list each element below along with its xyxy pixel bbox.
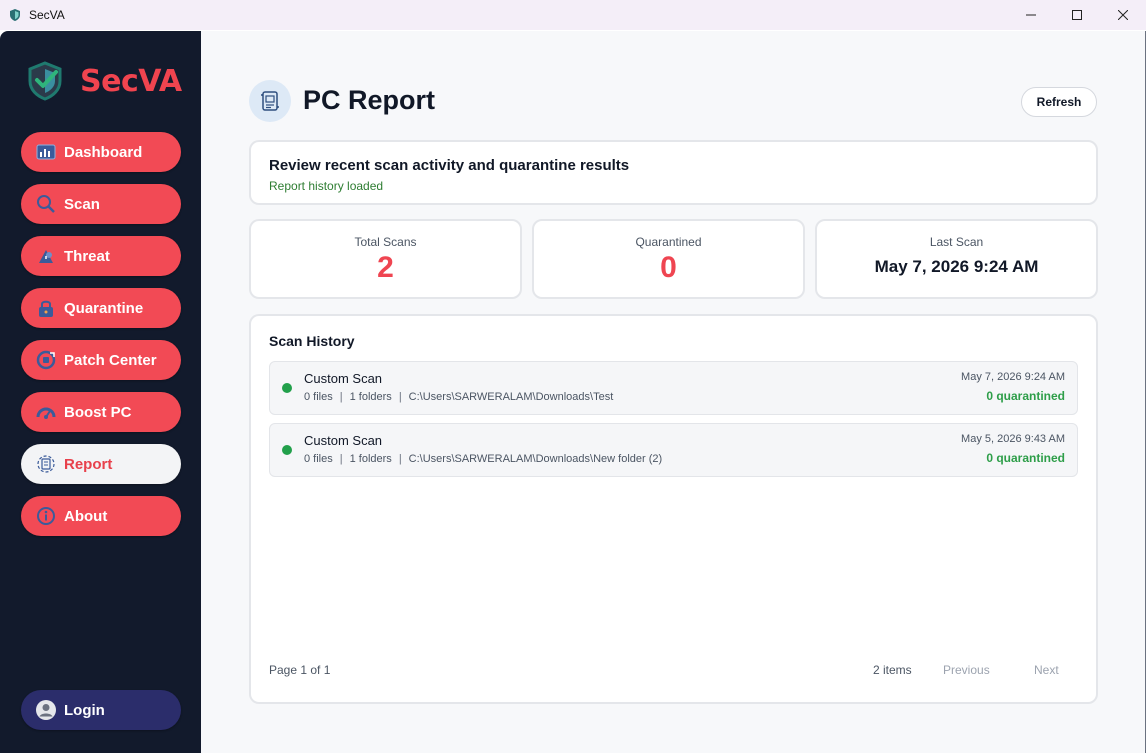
shield-icon bbox=[10, 9, 20, 21]
divider: | bbox=[398, 391, 402, 403]
maximize-icon bbox=[1072, 10, 1082, 20]
window-title: SecVA bbox=[29, 8, 65, 22]
sidebar-item-dashboard[interactable]: Dashboard bbox=[21, 132, 181, 172]
info-heading: Review recent scan activity and quaranti… bbox=[269, 157, 630, 174]
sidebar-item-label: Threat bbox=[64, 247, 110, 265]
shield-logo bbox=[28, 61, 62, 101]
sidebar-item-label: Report bbox=[64, 455, 113, 473]
close-icon bbox=[1118, 10, 1128, 20]
info-icon bbox=[35, 505, 57, 527]
item-count: 2 items bbox=[873, 663, 912, 677]
info-card: Review recent scan activity and quaranti… bbox=[249, 140, 1098, 205]
section-title: Scan History bbox=[269, 333, 355, 349]
scan-meta: 0 files | 1 folders | C:\Users\SARWERALAM\Do… bbox=[304, 391, 613, 403]
brand: SecVA bbox=[26, 61, 182, 101]
stat-label: Quarantined bbox=[635, 235, 702, 249]
divider: | bbox=[339, 391, 343, 403]
sidebar-item-label: Quarantine bbox=[64, 299, 144, 317]
scan-history-card: Scan History Custom Scan 0 files | 1 folde… bbox=[249, 314, 1098, 704]
lock-icon bbox=[35, 297, 57, 319]
page-title: PC Report bbox=[303, 85, 436, 115]
quarantine-count: 0 quarantined bbox=[986, 451, 1065, 465]
sidebar-item-about[interactable]: About bbox=[21, 496, 181, 536]
scan-date: May 5, 2026 9:43 AM bbox=[961, 433, 1065, 445]
previous-button[interactable]: Previous bbox=[943, 663, 990, 677]
page-indicator: Page 1 of 1 bbox=[269, 663, 331, 677]
scan-path: C:\Users\SARWERALAM\Downloads\Test bbox=[408, 391, 614, 403]
stat-value: May 7, 2026 9:24 AM bbox=[874, 257, 1039, 276]
scan-date: May 7, 2026 9:24 AM bbox=[961, 371, 1065, 383]
file-count: 0 files bbox=[304, 391, 333, 403]
close-button[interactable] bbox=[1100, 0, 1146, 30]
list-item[interactable]: Custom Scan 0 files | 1 folders | C:\Users\S… bbox=[269, 423, 1078, 477]
scan-name: Custom Scan bbox=[304, 371, 383, 386]
stat-label: Total Scans bbox=[354, 235, 417, 249]
minimize-button[interactable] bbox=[1008, 0, 1054, 30]
main-content: PC Report Refresh Review recent scan act… bbox=[201, 31, 1146, 753]
sidebar-item-report[interactable]: Report bbox=[21, 444, 181, 484]
dashboard-icon bbox=[35, 141, 57, 163]
sidebar-item-label: Scan bbox=[64, 195, 100, 213]
report-icon bbox=[35, 453, 57, 475]
folder-count: 1 folders bbox=[349, 391, 392, 403]
folder-count: 1 folders bbox=[349, 453, 392, 465]
user-icon bbox=[35, 699, 57, 721]
patch-icon bbox=[35, 349, 57, 371]
divider: | bbox=[339, 453, 343, 465]
refresh-button[interactable]: Refresh bbox=[1021, 87, 1097, 117]
file-count: 0 files bbox=[304, 453, 333, 465]
sidebar-item-boost-pc[interactable]: Boost PC bbox=[21, 392, 181, 432]
list-item[interactable]: Custom Scan 0 files | 1 folders | C:\Users\S… bbox=[269, 361, 1078, 415]
total-scans-card: Total Scans 2 bbox=[249, 219, 522, 299]
sidebar-item-quarantine[interactable]: Quarantine bbox=[21, 288, 181, 328]
quarantined-card: Quarantined 0 bbox=[532, 219, 805, 299]
scan-meta: 0 files | 1 folders | C:\Users\SARWERALAM\Do… bbox=[304, 453, 662, 465]
sidebar-item-label: About bbox=[64, 507, 108, 525]
sidebar-item-label: Patch Center bbox=[64, 351, 157, 369]
brand-name: SecVA bbox=[80, 63, 182, 99]
sidebar: SecVA Dashboard Scan Threat Quarantine P… bbox=[0, 31, 201, 753]
sidebar-item-patch-center[interactable]: Patch Center bbox=[21, 340, 181, 380]
next-button[interactable]: Next bbox=[1034, 663, 1059, 677]
login-label: Login bbox=[64, 701, 105, 719]
scan-path: C:\Users\SARWERALAM\Downloads\New folder… bbox=[408, 453, 663, 465]
last-scan-card: Last Scan May 7, 2026 9:24 AM bbox=[815, 219, 1098, 299]
maximize-button[interactable] bbox=[1054, 0, 1100, 30]
sidebar-item-label: Dashboard bbox=[64, 143, 143, 161]
speedometer-icon bbox=[35, 401, 57, 423]
login-button[interactable]: Login bbox=[21, 690, 181, 730]
info-status: Report history loaded bbox=[269, 179, 384, 193]
stat-value: 2 bbox=[377, 251, 394, 284]
stat-value: 0 bbox=[660, 251, 677, 284]
quarantine-count: 0 quarantined bbox=[986, 389, 1065, 403]
stat-label: Last Scan bbox=[929, 235, 984, 249]
minimize-icon bbox=[1026, 14, 1036, 16]
report-icon bbox=[249, 80, 291, 122]
search-icon bbox=[35, 193, 57, 215]
scan-name: Custom Scan bbox=[304, 433, 383, 448]
divider: | bbox=[398, 453, 402, 465]
status-dot bbox=[282, 383, 292, 393]
sidebar-item-threat[interactable]: Threat bbox=[21, 236, 181, 276]
status-dot bbox=[282, 445, 292, 455]
sidebar-item-label: Boost PC bbox=[64, 403, 132, 421]
sidebar-item-scan[interactable]: Scan bbox=[21, 184, 181, 224]
window-titlebar: SecVA bbox=[0, 0, 1146, 30]
threat-icon bbox=[35, 245, 57, 267]
